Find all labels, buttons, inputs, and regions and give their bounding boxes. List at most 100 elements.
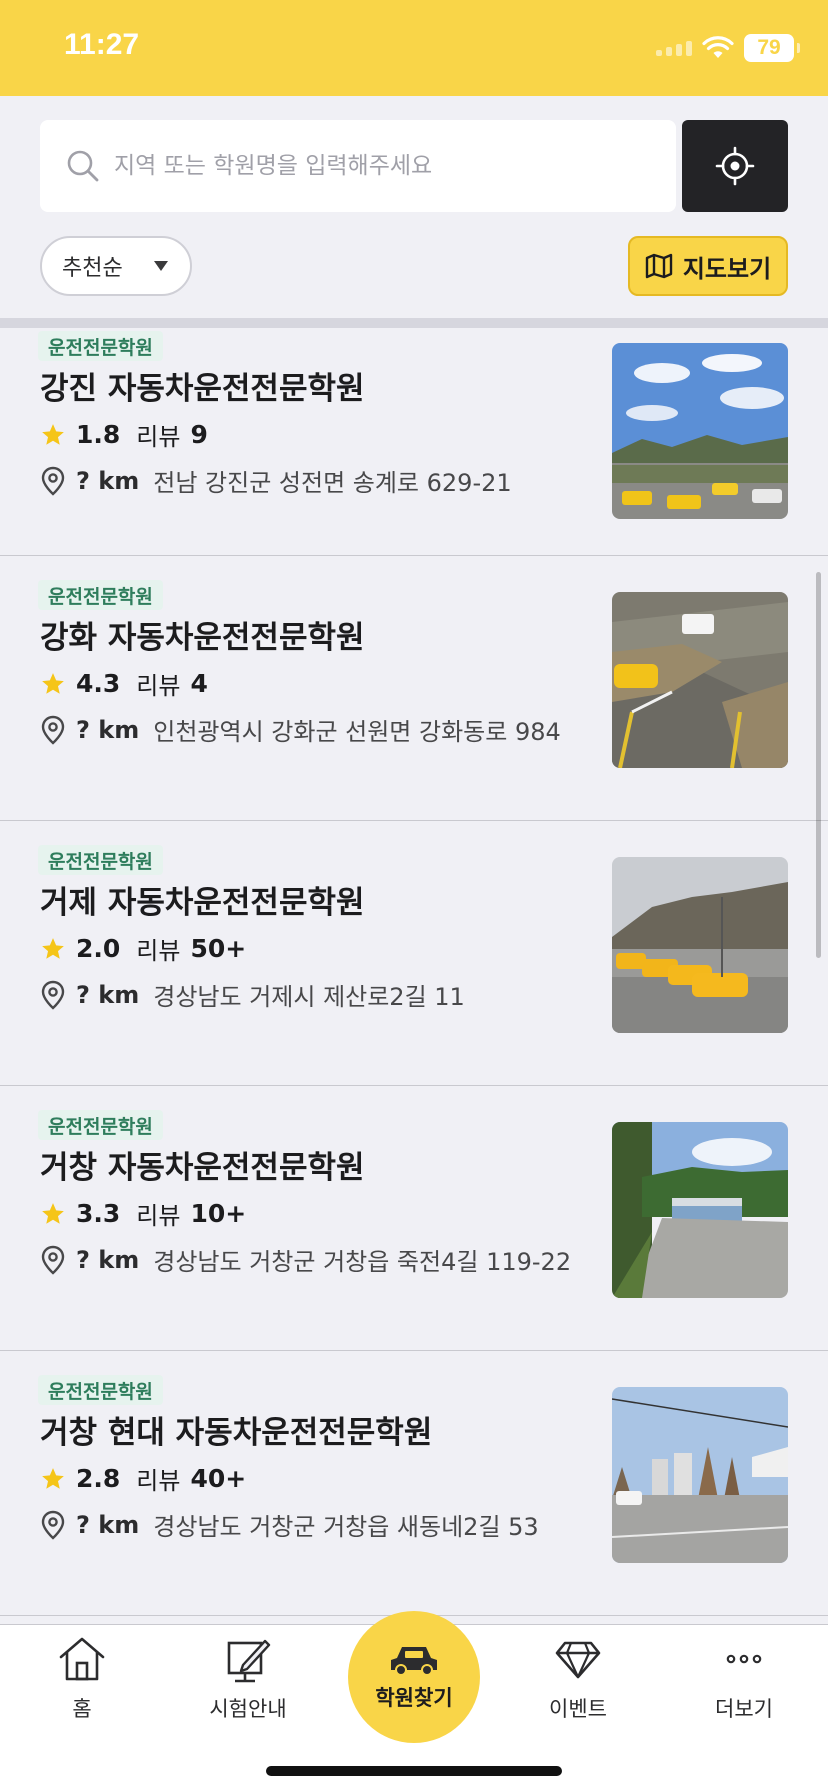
rating-row: 2.0 리뷰 50+ [40,931,246,966]
sort-dropdown[interactable]: 추천순 [40,236,192,296]
address-row: ? km 경상남도 거창군 거창읍 새동네2길 53 [40,1507,539,1542]
tab-more[interactable]: 더보기 [674,1635,814,1723]
tab-exam-guide[interactable]: 시험안내 [178,1635,318,1723]
academy-item[interactable]: 운전전문학원 거제 자동차운전전문학원 2.0 리뷰 50+ ? km 경상남도… [0,821,828,1086]
rating-value: 4.3 [76,669,121,698]
location-pin-icon [41,1510,65,1540]
home-icon [59,1637,105,1681]
tab-events[interactable]: 이벤트 [508,1635,648,1723]
tab-home[interactable]: 홈 [12,1635,152,1723]
rating-row: 2.8 리뷰 40+ [40,1461,246,1496]
star-icon [42,1202,64,1224]
address-row: ? km 인천광역시 강화군 선원면 강화동로 984 [40,712,561,747]
more-icon [726,1654,762,1664]
category-badge: 운전전문학원 [38,1375,163,1405]
wifi-icon [702,36,734,58]
header-divider [0,318,828,328]
tab-find-academy[interactable]: 학원찾기 [348,1611,480,1743]
category-badge: 운전전문학원 [38,845,163,875]
tab-label: 학원찾기 [375,1686,453,1710]
address: 경상남도 거창군 거창읍 죽전4길 119-22 [153,1248,572,1276]
academy-photo[interactable] [612,1387,788,1563]
map-icon [645,253,673,279]
review-count: 40+ [190,1464,247,1493]
location-pin-icon [41,715,65,745]
review-count: 50+ [190,934,247,963]
address-row: ? km 경상남도 거창군 거창읍 죽전4길 119-22 [40,1242,571,1277]
academy-photo[interactable] [612,592,788,768]
location-pin-icon [41,980,65,1010]
academy-item[interactable]: 운전전문학원 거창 자동차운전전문학원 3.3 리뷰 10+ ? km 경상남도… [0,1086,828,1351]
review-label: 리뷰 [136,672,181,700]
status-icons: 79 [656,34,800,62]
academy-list[interactable]: 운전전문학원 강진 자동차운전전문학원 1.8 리뷰 9 ? km 전남 강진군… [0,328,828,1624]
academy-name: 거창 현대 자동차운전전문학원 [40,1415,433,1451]
academy-name: 강진 자동차운전전문학원 [40,371,365,407]
tab-label: 더보기 [715,1697,773,1721]
battery-indicator: 79 [744,34,800,62]
category-badge: 운전전문학원 [38,331,163,361]
review-label: 리뷰 [136,1202,181,1230]
distance: ? km [76,1245,140,1274]
sort-label: 추천순 [62,256,123,281]
car-icon [391,1647,437,1676]
tab-label: 시험안내 [209,1697,287,1721]
review-label: 리뷰 [136,1467,181,1495]
home-indicator[interactable] [266,1766,562,1776]
scrollbar[interactable] [816,572,821,958]
dropdown-arrow-icon [154,261,168,271]
star-icon [42,423,64,445]
academy-photo[interactable] [612,343,788,519]
search-header: 추천순 지도보기 [0,96,828,320]
rating-row: 1.8 리뷰 9 [40,417,208,452]
review-label: 리뷰 [136,937,181,965]
rating-value: 2.8 [76,1464,121,1493]
current-location-button[interactable] [682,120,788,212]
search-icon [67,150,99,182]
distance: ? km [76,1510,140,1539]
map-view-button[interactable]: 지도보기 [628,236,788,296]
rating-row: 4.3 리뷰 4 [40,666,208,701]
academy-item[interactable]: 운전전문학원 강진 자동차운전전문학원 1.8 리뷰 9 ? km 전남 강진군… [0,328,828,556]
address-row: ? km 경상남도 거제시 제산로2길 11 [40,977,465,1012]
location-pin-icon [41,1245,65,1275]
academy-name: 거창 자동차운전전문학원 [40,1150,365,1186]
rating-value: 1.8 [76,420,121,449]
academy-item[interactable]: 운전전문학원 강화 자동차운전전문학원 4.3 리뷰 4 ? km 인천광역시 … [0,556,828,821]
crosshair-icon [715,146,755,186]
diamond-icon [555,1641,601,1679]
rating-value: 3.3 [76,1199,121,1228]
review-count: 4 [190,669,208,698]
star-icon [42,672,64,694]
academy-photo[interactable] [612,1122,788,1298]
status-time: 11:27 [64,28,140,61]
category-badge: 운전전문학원 [38,580,163,610]
cellular-signal-icon [656,40,692,56]
academy-item[interactable]: 운전전문학원 거창 현대 자동차운전전문학원 2.8 리뷰 40+ ? km 경… [0,1351,828,1616]
search-input[interactable] [114,153,654,179]
review-count: 9 [190,420,208,449]
tab-label: 이벤트 [549,1697,607,1721]
star-icon [42,1467,64,1489]
category-badge: 운전전문학원 [38,1110,163,1140]
review-count: 10+ [190,1199,247,1228]
address: 인천광역시 강화군 선원면 강화동로 984 [153,718,561,746]
address: 경상남도 거제시 제산로2길 11 [153,983,465,1011]
distance: ? km [76,715,140,744]
academy-name: 강화 자동차운전전문학원 [40,620,365,656]
academy-photo[interactable] [612,857,788,1033]
academy-name: 거제 자동차운전전문학원 [40,885,365,921]
address-row: ? km 전남 강진군 성전면 송계로 629-21 [40,463,512,498]
location-pin-icon [41,466,65,496]
address: 경상남도 거창군 거창읍 새동네2길 53 [153,1513,539,1541]
tab-label: 홈 [72,1697,92,1721]
rating-row: 3.3 리뷰 10+ [40,1196,246,1231]
rating-value: 2.0 [76,934,121,963]
status-bar: 11:27 79 [0,0,828,96]
map-view-label: 지도보기 [682,254,772,283]
star-icon [42,937,64,959]
search-box[interactable] [40,120,676,212]
edit-icon [227,1639,271,1683]
distance: ? km [76,980,140,1009]
review-label: 리뷰 [136,423,181,451]
